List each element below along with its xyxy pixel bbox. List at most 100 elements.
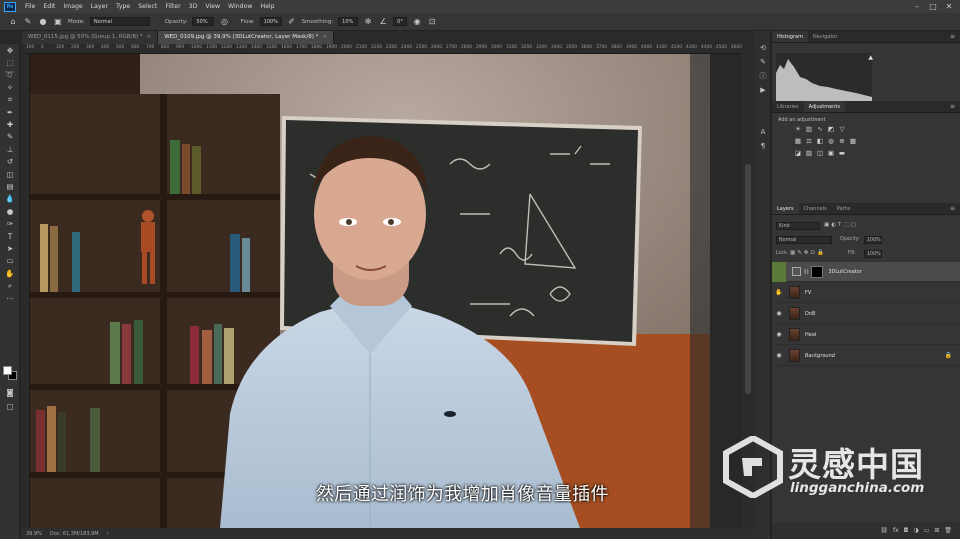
selective-color-icon[interactable]: ▣: [827, 149, 835, 157]
eye-icon[interactable]: ◉: [772, 352, 786, 359]
tab-paths[interactable]: Paths: [832, 203, 856, 214]
layer-name[interactable]: FV: [805, 290, 811, 296]
panel-menu-icon[interactable]: ≡: [950, 31, 960, 42]
tab-histogram[interactable]: Histogram: [772, 31, 808, 42]
tab-wed-0109[interactable]: WED_0109.jpg @ 39,9% (3DLutCreator, Laye…: [158, 31, 334, 44]
blur-tool-icon[interactable]: 💧: [0, 193, 20, 205]
color-balance-icon[interactable]: ⚖: [805, 137, 813, 145]
new-group-icon[interactable]: ▭: [924, 527, 930, 534]
new-adjustment-icon[interactable]: ◑: [913, 527, 918, 534]
dodge-tool-icon[interactable]: ●: [0, 205, 20, 217]
menu-3d[interactable]: 3D: [185, 0, 202, 13]
lasso-tool-icon[interactable]: ➰: [0, 69, 20, 81]
menu-type[interactable]: Type: [112, 0, 134, 13]
pen-tool-icon[interactable]: ✑: [0, 217, 20, 229]
warning-icon[interactable]: ▲: [868, 54, 873, 61]
foreground-color-swatch[interactable]: [3, 366, 12, 375]
lock-icon[interactable]: 🔒: [945, 352, 952, 359]
airbrush-icon[interactable]: ✐: [287, 17, 297, 27]
close-tab-icon[interactable]: ×: [322, 34, 327, 40]
minimize-icon[interactable]: –: [912, 2, 922, 12]
menu-window[interactable]: Window: [224, 0, 256, 13]
layer-row-background[interactable]: ◉ Background 🔒: [772, 346, 960, 366]
exposure-icon[interactable]: ◩: [827, 125, 835, 133]
opacity-field[interactable]: 50%: [192, 17, 215, 26]
threshold-icon[interactable]: ◫: [816, 149, 824, 157]
layer-row-dnb[interactable]: ◉ DnB: [772, 304, 960, 324]
eye-icon[interactable]: ◉: [772, 310, 786, 317]
photo-filter-icon[interactable]: ◍: [827, 137, 835, 145]
zoom-tool-icon[interactable]: ⌕: [0, 279, 20, 291]
brush-tool-icon[interactable]: ✎: [0, 131, 20, 143]
healing-brush-tool-icon[interactable]: ✚: [0, 118, 20, 130]
brush-preset-picker-icon[interactable]: ●: [38, 17, 48, 27]
pressure-opacity-icon[interactable]: ◎: [219, 17, 229, 27]
tab-layers[interactable]: Layers: [772, 203, 799, 214]
type-tool-icon[interactable]: T: [0, 230, 20, 242]
layer-filter-icons[interactable]: ▣◐T⬚▢: [824, 222, 858, 228]
pressure-size-icon[interactable]: ◉: [412, 17, 422, 27]
marquee-tool-icon[interactable]: ⬚: [0, 56, 20, 68]
black-white-icon[interactable]: ◧: [816, 137, 824, 145]
panel-menu-icon[interactable]: ≡: [950, 101, 960, 112]
paragraph-panel-icon[interactable]: ¶: [755, 139, 771, 153]
history-icon[interactable]: ⟲: [755, 41, 771, 55]
layer-row-3dlutcreator[interactable]: ⛓ 3DLutCreator: [772, 261, 960, 282]
curves-icon[interactable]: ∿: [816, 125, 824, 133]
info-icon[interactable]: ⓘ: [755, 69, 771, 83]
menu-edit[interactable]: Edit: [39, 0, 59, 13]
layer-row-fv[interactable]: ✋ FV: [772, 283, 960, 303]
blend-mode-select[interactable]: Normal: [776, 236, 832, 244]
scroll-thumb[interactable]: [745, 164, 751, 394]
actions-play-icon[interactable]: ▶: [755, 83, 771, 97]
layer-name[interactable]: Heal: [805, 332, 816, 338]
layer-fill-field[interactable]: 100%: [864, 250, 882, 258]
status-arrow-icon[interactable]: ›: [107, 531, 109, 537]
posterize-icon[interactable]: ▨: [805, 149, 813, 157]
close-window-icon[interactable]: ✕: [944, 2, 954, 12]
gradient-map-icon[interactable]: ▬: [838, 149, 846, 157]
panel-menu-icon[interactable]: ≡: [950, 203, 960, 214]
document-canvas[interactable]: [30, 54, 710, 528]
hue-saturation-icon[interactable]: ▦: [794, 137, 802, 145]
menu-file[interactable]: File: [21, 0, 39, 13]
maximize-icon[interactable]: □: [928, 2, 938, 12]
path-selection-tool-icon[interactable]: ➤: [0, 242, 20, 254]
layer-name[interactable]: Background: [805, 353, 835, 359]
mode-select[interactable]: Normal: [89, 17, 150, 26]
brush-settings-icon[interactable]: ▣: [53, 17, 63, 27]
symmetry-icon[interactable]: ⊡: [427, 17, 437, 27]
layer-opacity-field[interactable]: 100%: [864, 236, 882, 244]
gradient-tool-icon[interactable]: ▤: [0, 180, 20, 192]
menu-help[interactable]: Help: [256, 0, 278, 13]
delete-layer-icon[interactable]: 🗑: [944, 527, 952, 534]
shape-tool-icon[interactable]: ▭: [0, 255, 20, 267]
color-swatches[interactable]: [3, 366, 17, 380]
new-layer-icon[interactable]: ⊞: [934, 527, 939, 534]
layer-name[interactable]: DnB: [805, 311, 815, 317]
tab-adjustments[interactable]: Adjustments: [803, 101, 845, 112]
angle-icon[interactable]: ∠: [378, 17, 388, 27]
screen-mode-icon[interactable]: ▢: [0, 400, 20, 412]
gear-icon[interactable]: ✻: [363, 17, 373, 27]
lock-icons[interactable]: ▦✎✥⊡🔒: [790, 250, 826, 256]
quick-select-tool-icon[interactable]: ✧: [0, 81, 20, 93]
invert-icon[interactable]: ◪: [794, 149, 802, 157]
clone-stamp-tool-icon[interactable]: ⊥: [0, 143, 20, 155]
home-icon[interactable]: ⌂: [8, 17, 18, 27]
layer-name[interactable]: 3DLutCreator: [828, 269, 862, 275]
layer-mask-thumbnail[interactable]: [811, 265, 824, 278]
layer-row-heal[interactable]: ◉ Heal: [772, 325, 960, 345]
channel-mixer-icon[interactable]: ⊕: [838, 137, 846, 145]
levels-icon[interactable]: ▥: [805, 125, 813, 133]
crop-tool-icon[interactable]: ⌗: [0, 94, 20, 106]
brightness-icon[interactable]: ☀: [794, 125, 802, 133]
link-icon[interactable]: ⛓: [803, 269, 809, 275]
menu-view[interactable]: View: [201, 0, 224, 13]
color-lookup-icon[interactable]: ▩: [849, 137, 857, 145]
smoothing-field[interactable]: 10%: [338, 17, 359, 26]
close-tab-icon[interactable]: ×: [147, 34, 152, 40]
menu-image[interactable]: Image: [59, 0, 86, 13]
angle-field[interactable]: 0°: [393, 17, 408, 26]
move-tool-icon[interactable]: ✥: [0, 44, 20, 56]
